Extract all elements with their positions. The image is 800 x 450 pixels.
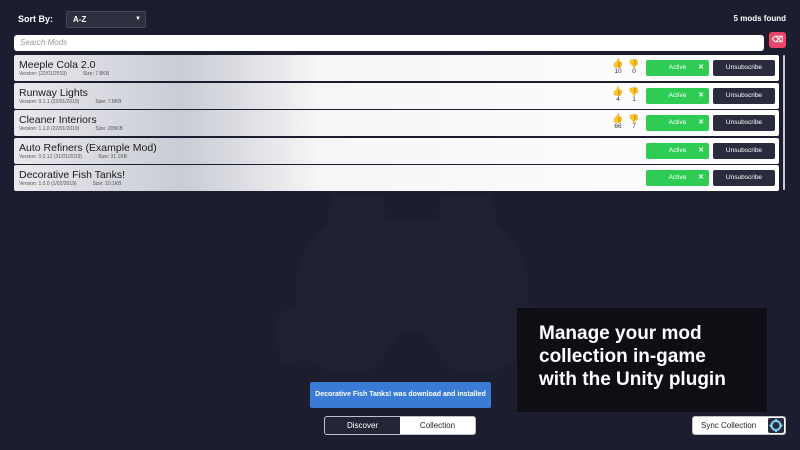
thumbs-up-rating[interactable]: 👍 66 [611, 114, 625, 131]
thumbs-up-count: 4 [616, 95, 620, 103]
mod-meta: Version: (22/01/2019) Size: 7.8KB [19, 71, 109, 77]
caret-down-icon: ▼ [135, 16, 141, 22]
mod-version: Version: 0.1.1 (22/01/2019) [19, 98, 80, 105]
unsubscribe-button[interactable]: Unsubscribe [713, 170, 775, 186]
close-icon[interactable]: ✕ [698, 88, 704, 104]
backspace-icon: ⌫ [771, 35, 784, 44]
mod-name: Auto Refiners (Example Mod) [19, 141, 157, 154]
promo-caption: Manage your mod collection in-game with … [517, 308, 767, 412]
close-icon[interactable]: ✕ [698, 143, 704, 159]
mod-name: Cleaner Interiors [19, 114, 97, 126]
download-toast: Decorative Fish Tanks! was download and … [310, 382, 491, 408]
thumbs-up-rating[interactable]: 👍 10 [611, 59, 625, 76]
mod-list: Meeple Cola 2.0 Version: (22/01/2019) Siz… [14, 55, 779, 193]
active-label: Active [668, 146, 687, 154]
thumbs-down-rating[interactable]: 👍 7 [627, 114, 641, 131]
thumbs-down-count: 0 [632, 68, 636, 75]
sort-dropdown-value: A-Z [73, 15, 87, 24]
active-toggle-button[interactable]: Active ✕ [646, 87, 709, 104]
thumbs-up-icon: 👍 [612, 113, 624, 123]
mod-size: Size: 205KB [95, 126, 123, 132]
tab-collection[interactable]: Collection [400, 417, 475, 434]
unsubscribe-button[interactable]: Unsubscribe [713, 87, 775, 104]
mod-meta: Version: 1.0.0 (1/02/2019) Size: 10.1KB [19, 181, 121, 187]
close-icon[interactable]: ✕ [698, 170, 704, 186]
mod-name: Runway Lights [19, 86, 88, 99]
mod-size: Size: 7.8KB [82, 71, 109, 77]
unsubscribe-button[interactable]: Unsubscribe [713, 60, 775, 76]
active-label: Active [668, 91, 687, 99]
promo-line: Manage your mod [539, 323, 702, 344]
mods-found-count: 5 mods found [733, 14, 786, 23]
thumbs-up-icon: 👍 [612, 85, 624, 96]
mod-size: Size: 7.8KB [95, 98, 122, 105]
mod-size: Size: 31.1KB [98, 153, 128, 160]
mod-version: Version: 1.0.0 (1/02/2019) [19, 181, 77, 187]
top-bar: Sort By: A-Z ▼ 5 mods found [14, 10, 786, 30]
thumbs-up-count: 10 [614, 68, 622, 75]
mod-meta: Version: 1.1.0 (22/01/2019) Size: 205KB [19, 126, 123, 132]
mod-name: Meeple Cola 2.0 [19, 59, 96, 71]
thumbs-down-icon: 👍 [628, 86, 640, 97]
active-toggle-button[interactable]: Active ✕ [646, 170, 709, 186]
unsubscribe-button[interactable]: Unsubscribe [713, 142, 775, 159]
active-toggle-button[interactable]: Active ✕ [646, 142, 709, 159]
list-scrollbar[interactable] [783, 55, 785, 190]
mod-version: Version: (22/01/2019) [19, 71, 67, 77]
search-input[interactable] [14, 34, 764, 51]
thumbs-up-icon: 👍 [612, 58, 624, 68]
search-bar [14, 32, 764, 51]
modio-logo-icon [768, 418, 784, 433]
thumbs-up-count: 66 [614, 123, 622, 130]
thumbs-down-icon: 👍 [628, 114, 640, 124]
thumbs-up-rating[interactable]: 👍 4 [611, 85, 625, 104]
close-icon[interactable]: ✕ [698, 115, 704, 131]
clear-search-button[interactable]: ⌫ [769, 32, 786, 48]
mod-meta: Version: 0.1.1 (22/01/2019) Size: 7.8KB [19, 99, 121, 105]
mod-version: Version: 1.1.0 (22/01/2019) [19, 126, 80, 132]
unsubscribe-button[interactable]: Unsubscribe [713, 115, 775, 131]
sort-dropdown[interactable]: A-Z ▼ [66, 11, 146, 28]
close-icon[interactable]: ✕ [698, 60, 704, 76]
mod-version: Version: 0.0.12 (31/01/2019) [19, 153, 83, 160]
mod-row[interactable]: Auto Refiners (Example Mod) Version: 0.0… [14, 137, 779, 164]
thumbs-down-rating[interactable]: 👍 0 [627, 59, 641, 76]
gear-background-icon [272, 195, 552, 373]
promo-line: collection in-game [539, 346, 706, 367]
mod-row[interactable]: Decorative Fish Tanks! Version: 1.0.0 (1… [14, 165, 779, 191]
view-tabs: Discover Collection [324, 416, 476, 435]
mod-meta: Version: 0.0.12 (31/01/2019) Size: 31.1KB [19, 154, 127, 160]
active-toggle-button[interactable]: Active ✕ [646, 60, 709, 76]
mod-row[interactable]: Cleaner Interiors Version: 1.1.0 (22/01/… [14, 110, 779, 136]
mod-name: Decorative Fish Tanks! [19, 169, 126, 181]
sync-collection-button[interactable]: Sync Collection [692, 416, 786, 435]
active-label: Active [668, 64, 687, 71]
thumbs-down-icon: 👍 [628, 59, 640, 69]
mod-row[interactable]: Meeple Cola 2.0 Version: (22/01/2019) Siz… [14, 55, 779, 81]
active-label: Active [668, 119, 687, 126]
sort-by-label: Sort By: [18, 14, 54, 24]
promo-line: with the Unity plugin [539, 369, 726, 390]
thumbs-down-rating[interactable]: 👍 1 [627, 87, 641, 104]
sync-collection-label: Sync Collection [701, 421, 757, 430]
mod-row[interactable]: Runway Lights Version: 0.1.1 (22/01/2019… [14, 82, 779, 109]
active-label: Active [668, 174, 687, 181]
thumbs-down-count: 7 [632, 123, 636, 130]
mod-size: Size: 10.1KB [92, 181, 122, 187]
active-toggle-button[interactable]: Active ✕ [646, 115, 709, 131]
tab-discover[interactable]: Discover [325, 417, 400, 434]
